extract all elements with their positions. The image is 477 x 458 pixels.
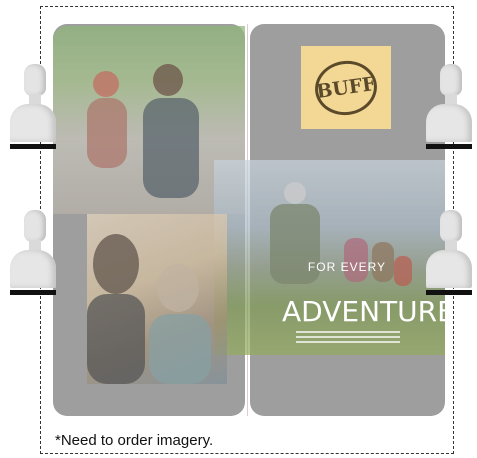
mannequin-head-right-top [426,64,472,154]
imagery-note: *Need to order imagery. [55,432,214,449]
mannequin-head-left-top [10,64,56,154]
ad-tagline: FOR EVERY [307,260,387,274]
buff-logo: BUFF [301,46,391,129]
mannequin-head-left-bottom [10,210,56,300]
ad-fine-print [296,331,400,346]
ad-headline: ADVENTURE [282,295,455,328]
logo-mark: BUFF [311,56,381,119]
mannequin-head-right-bottom [426,210,472,300]
couple-photo [87,214,227,384]
